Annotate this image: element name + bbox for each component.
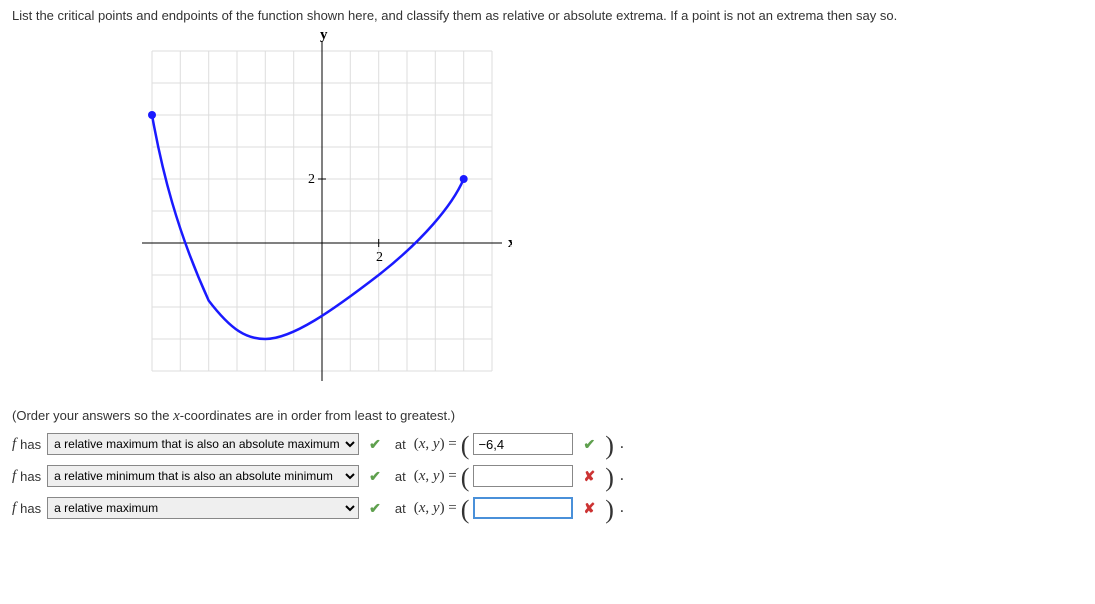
open-paren: ( xyxy=(461,500,470,520)
f-symbol: f xyxy=(12,468,16,485)
xy-label: (x, y) = xyxy=(414,436,457,453)
endpoint-right xyxy=(460,175,468,183)
check-icon: ✔ xyxy=(369,500,381,517)
endpoint-left xyxy=(148,111,156,119)
open-paren: ( xyxy=(461,468,470,488)
close-paren: ) xyxy=(605,500,614,520)
function-curve xyxy=(152,115,464,339)
coordinate-input[interactable] xyxy=(473,497,573,519)
answer-row: f has a relative maximum that is also an… xyxy=(12,465,1083,487)
answer-row: f has a relative maximum that is also an… xyxy=(12,433,1083,455)
question-text: List the critical points and endpoints o… xyxy=(12,8,1083,23)
has-text: has xyxy=(20,469,41,484)
coordinate-input[interactable] xyxy=(473,433,573,455)
xy-label: (x, y) = xyxy=(414,500,457,517)
x-tick-2: 2 xyxy=(376,250,383,265)
xy-label: (x, y) = xyxy=(414,468,457,485)
check-icon: ✔ xyxy=(369,436,381,453)
at-text: at xyxy=(395,501,406,516)
x-icon: ✘ xyxy=(583,500,595,517)
close-paren: ) xyxy=(605,436,614,456)
coordinate-input[interactable] xyxy=(473,465,573,487)
close-paren: ) xyxy=(605,468,614,488)
extrema-type-select[interactable]: a relative maximum that is also an absol… xyxy=(47,433,359,455)
x-axis-label: x xyxy=(508,235,512,251)
chart-container: 2 2 y x xyxy=(132,31,1083,394)
open-paren: ( xyxy=(461,436,470,456)
answer-row: f has a relative maximum that is also an… xyxy=(12,497,1083,519)
extrema-type-select[interactable]: a relative maximum that is also an absol… xyxy=(47,497,359,519)
f-symbol: f xyxy=(12,500,16,517)
period: . xyxy=(620,499,624,517)
extrema-type-select[interactable]: a relative maximum that is also an absol… xyxy=(47,465,359,487)
f-symbol: f xyxy=(12,436,16,453)
function-graph: 2 2 y x xyxy=(132,31,512,391)
order-note: (Order your answers so the x-coordinates… xyxy=(12,408,1083,425)
at-text: at xyxy=(395,469,406,484)
check-icon: ✔ xyxy=(369,468,381,485)
has-text: has xyxy=(20,437,41,452)
x-icon: ✘ xyxy=(583,468,595,485)
check-icon: ✔ xyxy=(583,436,595,453)
has-text: has xyxy=(20,501,41,516)
at-text: at xyxy=(395,437,406,452)
y-axis-label: y xyxy=(320,31,328,43)
period: . xyxy=(620,435,624,453)
period: . xyxy=(620,467,624,485)
y-tick-2: 2 xyxy=(308,172,315,187)
